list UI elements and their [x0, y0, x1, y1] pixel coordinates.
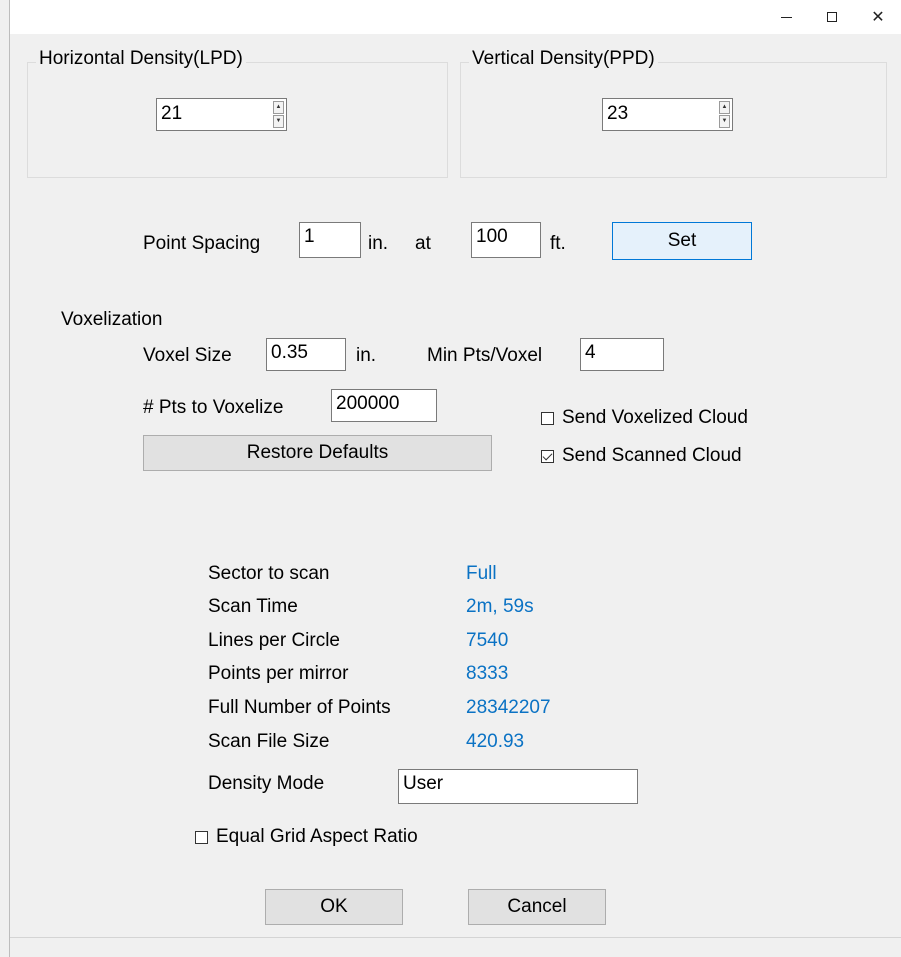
spin-up-icon[interactable]: ▲	[719, 101, 730, 114]
send-scanned-label: Send Scanned Cloud	[562, 445, 742, 466]
voxel-size-input[interactable]: 0.35	[266, 338, 346, 371]
voxelization-heading: Voxelization	[61, 309, 163, 330]
maximize-icon	[827, 12, 837, 22]
minimize-button[interactable]	[763, 0, 809, 34]
horizontal-density-value: 21	[161, 103, 183, 124]
info-label: Scan File Size	[208, 731, 330, 752]
maximize-button[interactable]	[809, 0, 855, 34]
density-mode-label: Density Mode	[208, 773, 325, 794]
voxel-size-label: Voxel Size	[143, 345, 232, 366]
info-value: 420.93	[466, 731, 525, 752]
close-button[interactable]: ✕	[855, 0, 901, 34]
distance-input[interactable]: 100	[471, 222, 541, 258]
point-spacing-input[interactable]: 1	[299, 222, 361, 258]
scan-settings-dialog: ✕ Horizontal Density(LPD) 21 ▲ ▼ Vertica…	[9, 0, 901, 957]
distance-unit: ft.	[550, 233, 566, 254]
info-value: Full	[466, 563, 497, 584]
send-voxelized-checkbox[interactable]: Send Voxelized Cloud	[541, 407, 748, 429]
spin-down-icon[interactable]: ▼	[719, 115, 730, 128]
checkbox-icon	[541, 411, 554, 425]
point-spacing-unit: in.	[368, 233, 389, 254]
title-bar: ✕	[10, 0, 901, 34]
at-label: at	[415, 233, 431, 254]
horizontal-density-title: Horizontal Density(LPD)	[36, 48, 246, 70]
point-spacing-label: Point Spacing	[143, 233, 261, 254]
info-label: Full Number of Points	[208, 697, 391, 718]
info-label: Points per mirror	[208, 663, 349, 684]
density-mode-field[interactable]: User	[398, 769, 638, 804]
cancel-button[interactable]: Cancel	[468, 889, 606, 925]
spin-down-icon[interactable]: ▼	[273, 115, 284, 128]
vertical-density-value: 23	[607, 103, 629, 124]
close-icon: ✕	[871, 9, 885, 26]
equal-grid-checkbox[interactable]: Equal Grid Aspect Ratio	[195, 826, 418, 848]
send-scanned-checkbox[interactable]: Send Scanned Cloud	[541, 445, 742, 467]
horizontal-density-spinner[interactable]: 21 ▲ ▼	[156, 98, 287, 131]
info-label: Scan Time	[208, 596, 298, 617]
vertical-density-spinner[interactable]: 23 ▲ ▼	[602, 98, 733, 131]
spin-up-icon[interactable]: ▲	[273, 101, 284, 114]
voxel-size-unit: in.	[356, 345, 377, 366]
info-value: 28342207	[466, 697, 551, 718]
info-value: 2m, 59s	[466, 596, 534, 617]
minimize-icon	[780, 16, 792, 18]
info-value: 7540	[466, 630, 509, 651]
set-button[interactable]: Set	[612, 222, 752, 260]
min-pts-voxel-input[interactable]: 4	[580, 338, 664, 371]
restore-defaults-button[interactable]: Restore Defaults	[143, 435, 492, 471]
send-voxelized-label: Send Voxelized Cloud	[562, 407, 748, 428]
info-label: Lines per Circle	[208, 630, 340, 651]
equal-grid-label: Equal Grid Aspect Ratio	[216, 826, 418, 847]
info-label: Sector to scan	[208, 563, 330, 584]
pts-to-voxelize-label: # Pts to Voxelize	[143, 397, 284, 418]
checkbox-checked-icon	[541, 449, 554, 463]
checkbox-icon	[195, 830, 208, 844]
min-pts-voxel-label: Min Pts/Voxel	[427, 345, 543, 366]
info-value: 8333	[466, 663, 509, 684]
pts-to-voxelize-input[interactable]: 200000	[331, 389, 437, 422]
vertical-density-title: Vertical Density(PPD)	[469, 48, 658, 70]
ok-button[interactable]: OK	[265, 889, 403, 925]
bottom-divider	[10, 937, 901, 938]
